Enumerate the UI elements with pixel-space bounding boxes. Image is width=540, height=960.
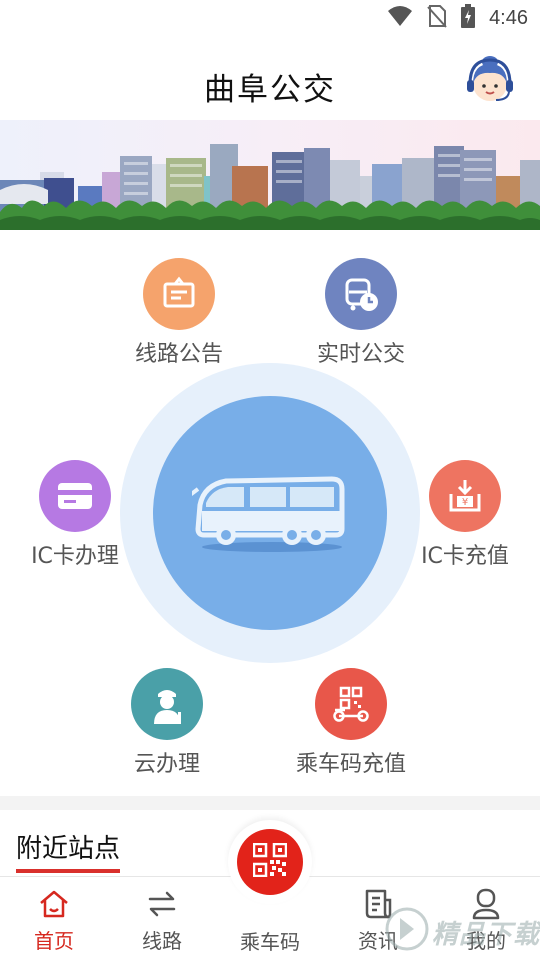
bus-icon[interactable] bbox=[153, 396, 387, 630]
nearby-stops-title[interactable]: 附近站点 bbox=[16, 828, 120, 865]
nav-label: 乘车码 bbox=[240, 930, 300, 954]
person-icon bbox=[131, 668, 203, 740]
notice-board-icon bbox=[143, 258, 215, 330]
battery-charging-icon bbox=[461, 4, 476, 32]
menu-route-notice[interactable]: 线路公告 bbox=[94, 258, 264, 368]
menu-ride-code-recharge[interactable]: 乘车码充值 bbox=[266, 668, 436, 778]
menu-label: 乘车码充值 bbox=[295, 752, 406, 777]
service-menu: 线路公告 实时公交 IC卡办理 ¥ IC卡充值 云办理 乘车码充值 bbox=[0, 230, 540, 796]
page-title: 曲阜公交 bbox=[204, 72, 336, 108]
qr-scooter-icon bbox=[315, 668, 387, 740]
menu-label: 实时公交 bbox=[316, 342, 405, 367]
watermark-text: 精品下载 bbox=[432, 920, 540, 950]
nav-label: 首页 bbox=[34, 929, 74, 953]
menu-label: IC卡办理 bbox=[31, 544, 119, 569]
app-header: 曲阜公交 bbox=[0, 36, 540, 120]
home-icon bbox=[36, 887, 72, 921]
menu-label: 云办理 bbox=[133, 752, 200, 777]
customer-service-avatar-icon[interactable] bbox=[464, 54, 516, 106]
wifi-icon bbox=[387, 5, 413, 31]
city-banner[interactable] bbox=[0, 120, 540, 230]
tab-underline bbox=[16, 869, 120, 873]
status-icons: 4:46 bbox=[387, 4, 528, 32]
nav-label: 线路 bbox=[142, 929, 182, 953]
nav-routes[interactable]: 线路 bbox=[108, 877, 216, 960]
menu-label: 线路公告 bbox=[134, 342, 223, 367]
swap-arrows-icon bbox=[144, 887, 180, 921]
menu-ic-card-apply[interactable]: IC卡办理 bbox=[0, 460, 160, 570]
menu-cloud-service[interactable]: 云办理 bbox=[82, 668, 252, 778]
recharge-icon: ¥ bbox=[429, 460, 501, 532]
status-bar: 4:46 bbox=[0, 0, 540, 36]
no-sim-icon bbox=[427, 4, 447, 32]
nav-home[interactable]: 首页 bbox=[0, 877, 108, 960]
menu-label: IC卡充值 bbox=[421, 544, 509, 569]
menu-ic-card-recharge[interactable]: ¥ IC卡充值 bbox=[380, 460, 540, 570]
watermark: 精品下载 bbox=[384, 900, 540, 956]
menu-realtime-bus[interactable]: 实时公交 bbox=[276, 258, 446, 368]
svg-text:¥: ¥ bbox=[462, 497, 468, 508]
section-divider bbox=[0, 796, 540, 810]
status-time: 4:46 bbox=[489, 6, 528, 29]
center-circle bbox=[120, 363, 420, 663]
card-icon bbox=[39, 460, 111, 532]
nav-ride-code[interactable] bbox=[237, 829, 303, 895]
bus-clock-icon bbox=[325, 258, 397, 330]
qr-code-icon bbox=[252, 842, 288, 881]
